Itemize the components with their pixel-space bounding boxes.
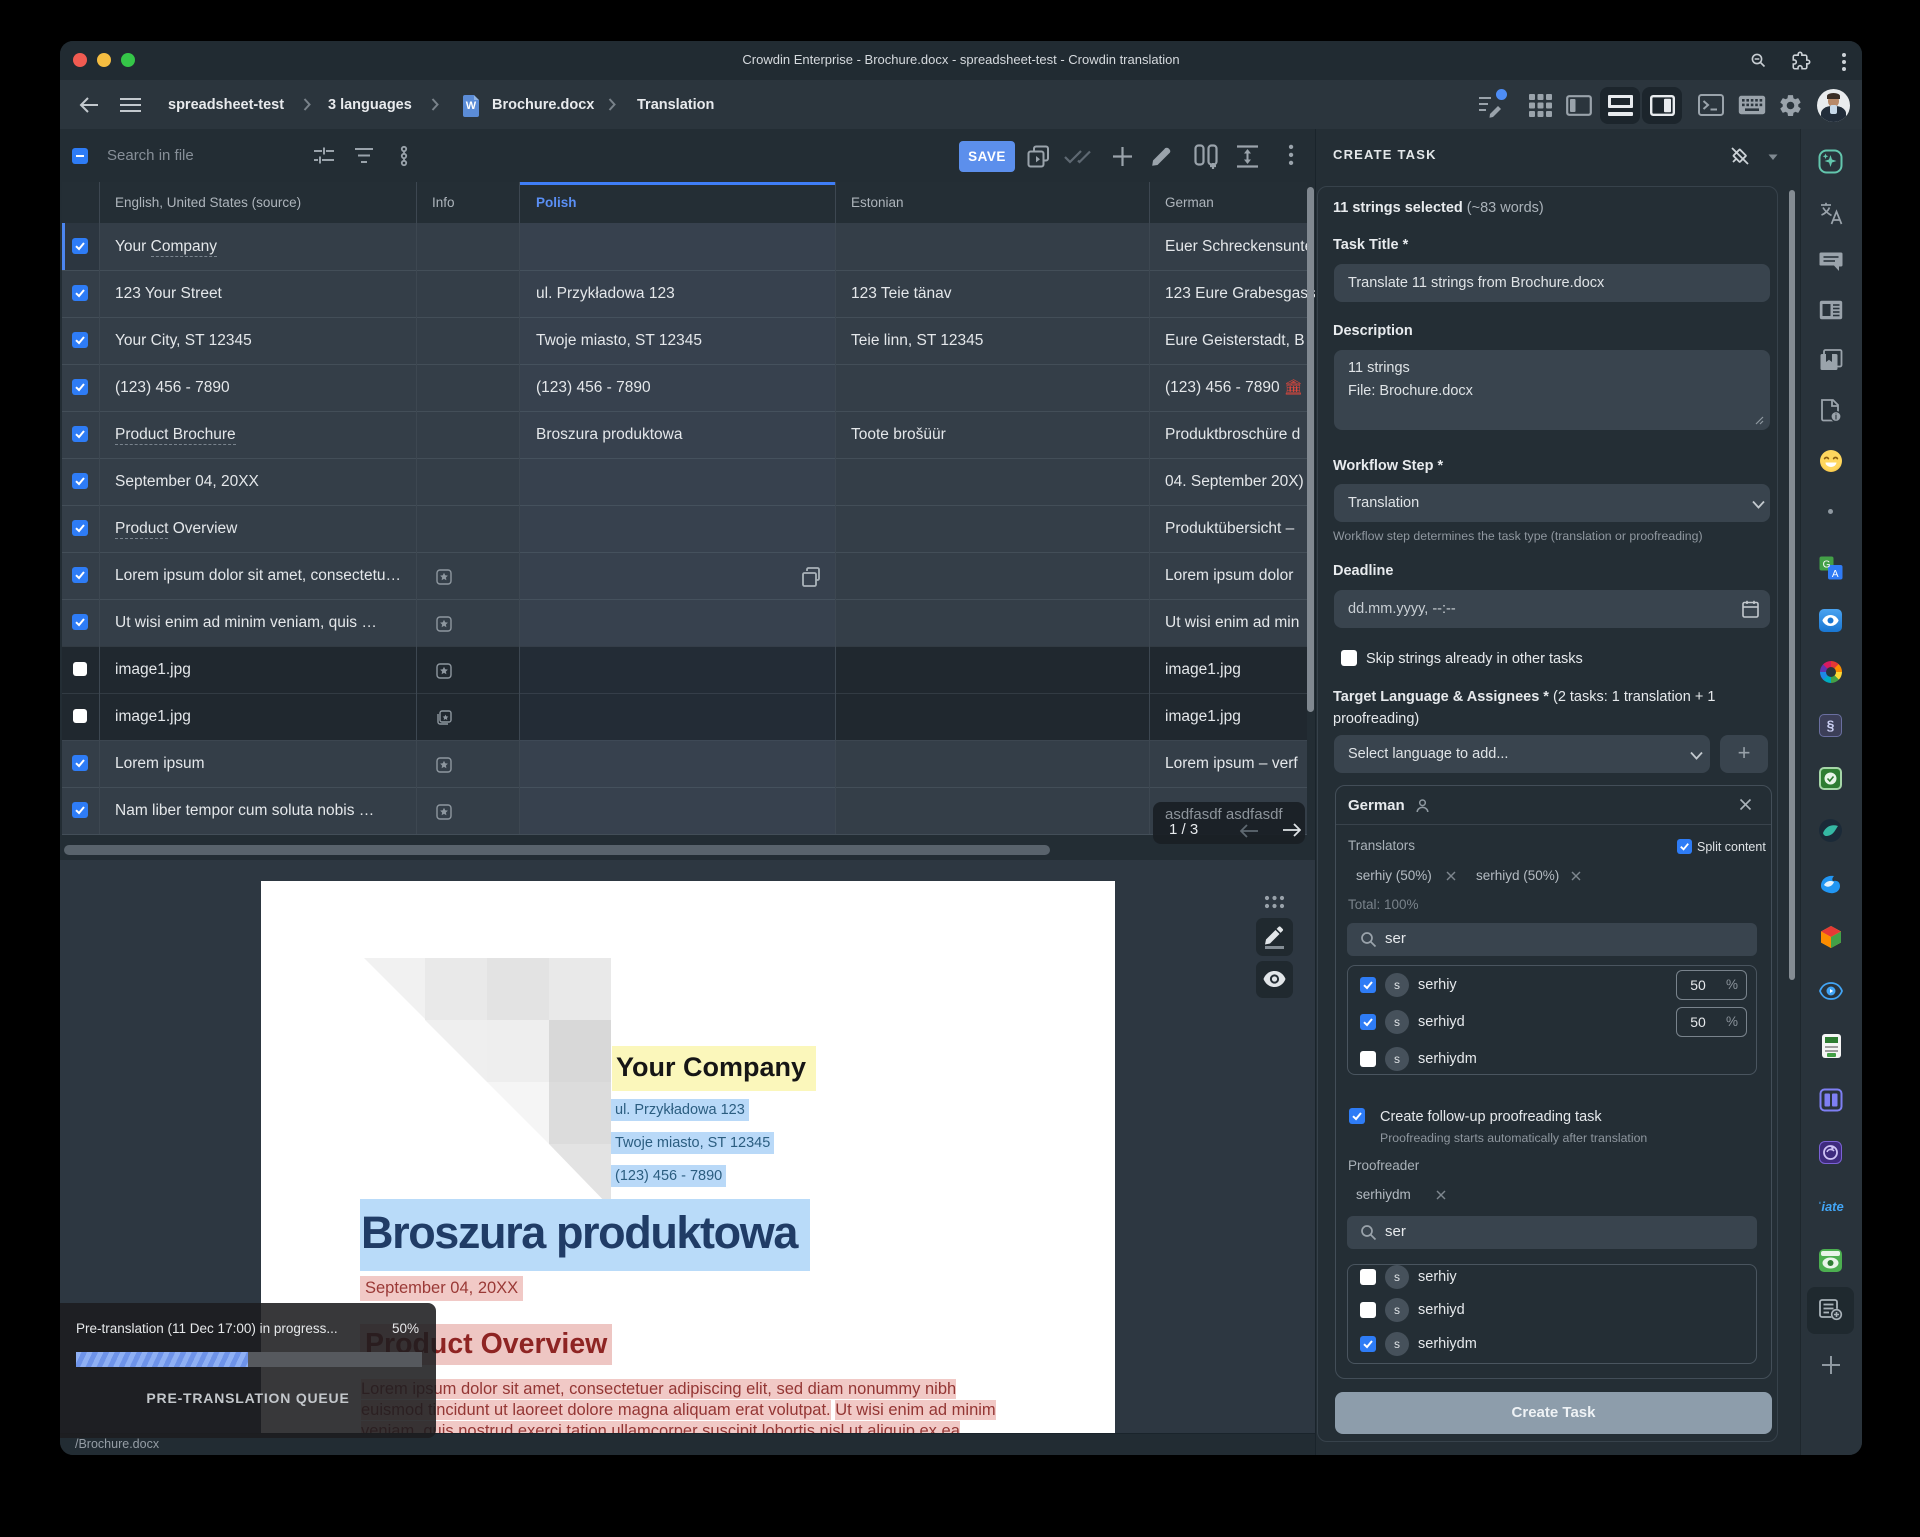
svg-text:i: i [1835, 412, 1837, 421]
svg-text:A: A [1832, 569, 1839, 580]
svg-text:G: G [1823, 560, 1831, 571]
